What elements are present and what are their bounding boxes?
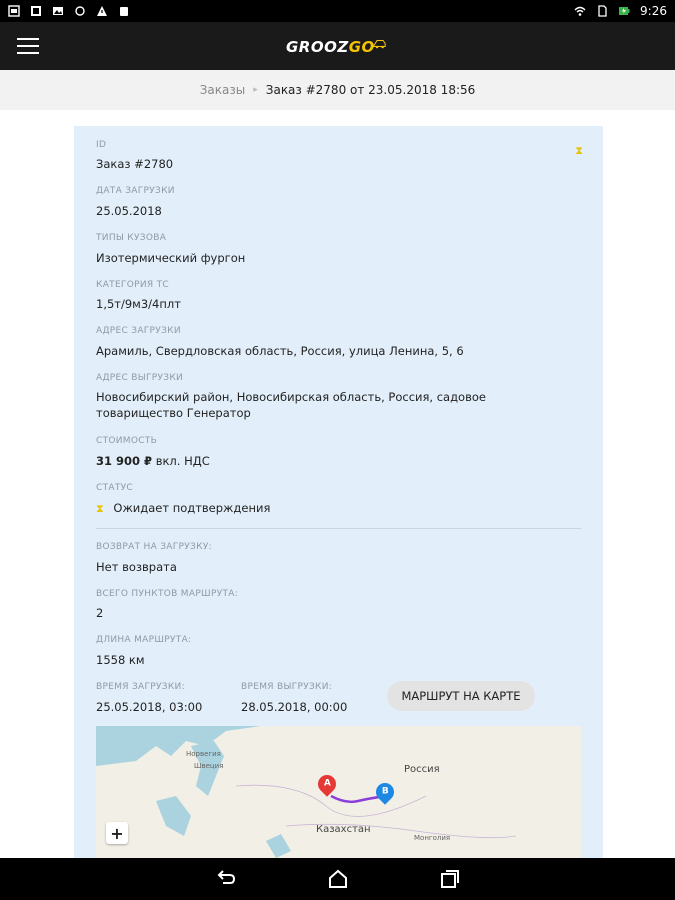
- map-label-kazakhstan: Казахстан: [316, 824, 371, 835]
- status-hourglass-icon: ⧗: [96, 502, 104, 515]
- map-label-sweden: Швеция: [194, 762, 224, 770]
- points-value: 2: [96, 606, 104, 620]
- sync-icon: [75, 6, 85, 16]
- battery-charging-icon: [619, 7, 630, 15]
- divider: [96, 528, 581, 529]
- app-logo[interactable]: GROOZGO: [286, 32, 386, 62]
- zoom-in-button[interactable]: +: [106, 822, 128, 844]
- load-date-value: 25.05.2018: [96, 204, 162, 218]
- breadcrumb-orders-link[interactable]: Заказы: [200, 83, 246, 97]
- load-time-label: ВРЕМЯ ЗАГРУЗКИ:: [96, 682, 185, 692]
- wifi-icon: [574, 6, 586, 16]
- app-header: GROOZGO: [0, 22, 675, 70]
- cost-amount: 31 900 ₽: [96, 454, 153, 468]
- return-label: ВОЗВРАТ НА ЗАГРУЗКУ:: [96, 542, 212, 552]
- unload-time-value: 28.05.2018, 00:00: [241, 700, 348, 714]
- map-label-mongolia: Монголия: [414, 834, 451, 842]
- order-card: ⧗ ID Заказ #2780 ДАТА ЗАГРУЗКИ 25.05.201…: [74, 126, 603, 866]
- recent-apps-icon[interactable]: [438, 867, 462, 891]
- notification-icon: [8, 5, 20, 17]
- category-label: КАТЕГОРИЯ ТС: [96, 280, 169, 290]
- route-map[interactable]: Норвегия Швеция Россия Казахстан Монголи…: [96, 726, 581, 866]
- gallery-icon: [31, 6, 41, 16]
- load-date-label: ДАТА ЗАГРУЗКИ: [96, 186, 175, 196]
- map-label-norway: Норвегия: [186, 750, 221, 758]
- status-label: СТАТУС: [96, 483, 134, 493]
- marker-b-label: B: [381, 787, 389, 797]
- home-icon[interactable]: [326, 867, 350, 891]
- status-bar: 9:26: [0, 0, 675, 22]
- id-value: Заказ #2780: [96, 157, 174, 171]
- cost-value: 31 900 ₽ вкл. НДС: [96, 453, 566, 469]
- unload-time-label: ВРЕМЯ ВЫГРУЗКИ:: [241, 682, 333, 692]
- unload-address-label: АДРЕС ВЫГРУЗКИ: [96, 373, 184, 383]
- status-value: ⧗ Ожидает подтверждения: [96, 500, 566, 517]
- system-nav-bar: [0, 858, 675, 900]
- breadcrumb: Заказы ▸ Заказ #2780 от 23.05.2018 18:56: [0, 70, 675, 110]
- return-value: Нет возврата: [96, 560, 177, 574]
- breadcrumb-separator-icon: ▸: [253, 85, 258, 95]
- back-icon[interactable]: [214, 867, 238, 891]
- category-value: 1,5т/9м3/4плт: [96, 297, 181, 311]
- sim-icon: [598, 5, 607, 17]
- status-text: Ожидает подтверждения: [113, 501, 271, 515]
- load-address-value: Арамиль, Свердловская область, Россия, у…: [96, 344, 464, 358]
- truck-logo-icon: [373, 39, 386, 49]
- length-value: 1558 км: [96, 653, 145, 667]
- route-on-map-button[interactable]: МАРШРУТ НА КАРТЕ: [387, 681, 535, 711]
- cost-label: СТОИМОСТЬ: [96, 436, 158, 446]
- length-label: ДЛИНА МАРШРУТА:: [96, 635, 192, 645]
- load-address-label: АДРЕС ЗАГРУЗКИ: [96, 326, 181, 336]
- body-types-value: Изотермический фургон: [96, 251, 246, 265]
- image-icon: [53, 7, 63, 15]
- status-time: 9:26: [640, 4, 667, 18]
- menu-icon[interactable]: [17, 38, 39, 54]
- unload-address-value: Новосибирский район, Новосибирская облас…: [96, 390, 486, 420]
- hourglass-icon: ⧗: [575, 144, 583, 157]
- status-bar-system: 9:26: [574, 4, 667, 18]
- load-time-value: 25.05.2018, 03:00: [96, 700, 203, 714]
- points-label: ВСЕГО ПУНКТОВ МАРШРУТА:: [96, 589, 239, 599]
- logo-text-main: GROOZ: [286, 38, 349, 56]
- body-types-label: ТИПЫ КУЗОВА: [96, 233, 167, 243]
- warning-icon: [97, 6, 107, 16]
- id-label: ID: [96, 140, 107, 150]
- marker-a-label: A: [323, 779, 331, 789]
- status-bar-notifications: [8, 5, 130, 17]
- cost-suffix: вкл. НДС: [155, 454, 210, 468]
- breadcrumb-current: Заказ #2780 от 23.05.2018 18:56: [265, 83, 476, 97]
- map-land-shapes: [96, 726, 581, 866]
- map-label-russia: Россия: [404, 764, 440, 775]
- logo-text-accent: GO: [348, 38, 375, 56]
- app-icon: [120, 7, 128, 16]
